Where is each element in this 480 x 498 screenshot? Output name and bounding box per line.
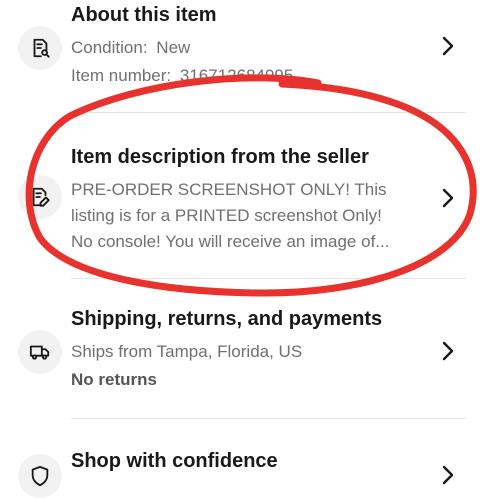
condition-line: Condition: New xyxy=(71,38,190,58)
document-search-icon xyxy=(18,26,62,70)
description-line-2: listing is for a PRINTED screenshot Only… xyxy=(71,206,382,225)
returns-text: No returns xyxy=(71,370,157,389)
item-number-line: Item number: 316712684995 xyxy=(71,66,293,86)
chevron-right-icon xyxy=(442,465,454,485)
shop-confidence-section[interactable]: Shop with confidence xyxy=(0,440,480,498)
ships-from-text: Ships from Tampa, Florida, US xyxy=(71,342,303,361)
shield-icon xyxy=(18,454,62,498)
item-description-title: Item description from the seller xyxy=(71,146,369,168)
shop-confidence-title: Shop with confidence xyxy=(71,450,278,472)
chevron-right-icon xyxy=(442,188,454,208)
divider xyxy=(71,418,466,419)
truck-icon xyxy=(18,330,62,374)
about-item-title: About this item xyxy=(71,4,217,26)
chevron-right-icon xyxy=(442,36,454,56)
item-number-label: Item number: xyxy=(71,66,172,85)
description-line-1: PRE-ORDER SCREENSHOT ONLY! This xyxy=(71,180,387,199)
about-item-section[interactable]: About this item Condition: New Item numb… xyxy=(0,0,480,100)
divider xyxy=(71,278,466,279)
divider xyxy=(71,112,466,113)
condition-label: Condition: xyxy=(71,38,148,57)
item-description-section[interactable]: Item description from the seller PRE-ORD… xyxy=(0,140,480,260)
shipping-title: Shipping, returns, and payments xyxy=(71,308,383,330)
description-line-3: No console! You will receive an image of… xyxy=(71,232,390,251)
condition-value: New xyxy=(156,38,191,57)
document-edit-icon xyxy=(18,175,62,219)
shipping-returns-section[interactable]: Shipping, returns, and payments Ships fr… xyxy=(0,300,480,400)
item-number-value: 316712684995 xyxy=(179,66,294,85)
chevron-right-icon xyxy=(442,341,454,361)
